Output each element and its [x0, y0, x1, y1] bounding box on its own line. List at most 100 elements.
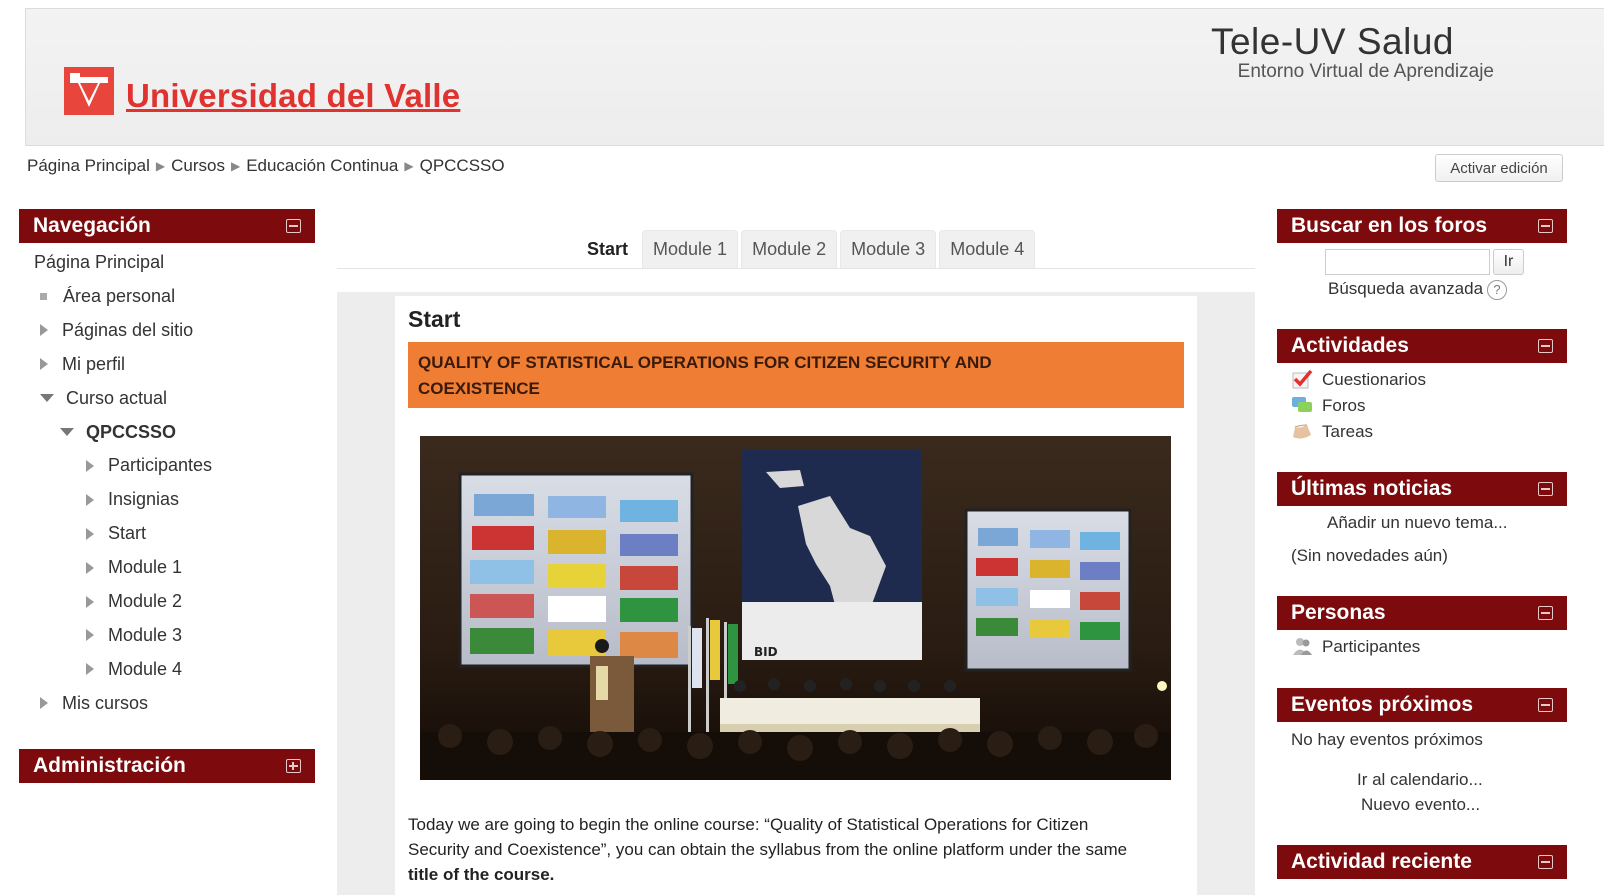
help-icon[interactable]: ? [1487, 279, 1508, 300]
nav-item-label[interactable]: Página Principal [34, 252, 164, 273]
site-subtitle: Entorno Virtual de Aprendizaje [1237, 61, 1494, 82]
nav-item-label[interactable]: Insignias [108, 489, 179, 510]
breadcrumb-courses[interactable]: Cursos [171, 156, 225, 176]
nav-item[interactable]: QPCCSSO [60, 422, 176, 443]
collapsed-arrow-icon[interactable] [40, 324, 48, 337]
nav-item-label[interactable]: Module 1 [108, 557, 182, 578]
breadcrumb-category[interactable]: Educación Continua [246, 156, 398, 176]
collapse-icon[interactable] [1538, 698, 1553, 712]
nav-item-label[interactable]: Module 4 [108, 659, 182, 680]
expand-icon[interactable] [286, 759, 301, 773]
participants-icon [1293, 638, 1312, 655]
new-event-link[interactable]: Nuevo evento... [1361, 795, 1480, 815]
nav-item[interactable]: Participantes [86, 455, 212, 476]
intro-line: Security and Coexistence”, you can obtai… [408, 840, 1128, 859]
breadcrumb-separator-icon: ▶ [230, 159, 241, 173]
nav-item[interactable]: Module 4 [86, 659, 182, 680]
nav-item[interactable]: Mi perfil [40, 354, 125, 375]
nav-item[interactable]: Páginas del sitio [40, 320, 193, 341]
nav-item-label[interactable]: Module 3 [108, 625, 182, 646]
people-block-header: Personas [1277, 596, 1567, 630]
collapsed-arrow-icon[interactable] [86, 493, 94, 506]
tab-module-1[interactable]: Module 1 [642, 230, 739, 268]
quiz-icon [1292, 369, 1313, 389]
breadcrumb-course[interactable]: QPCCSSO [420, 156, 505, 176]
no-news-text: (Sin novedades aún) [1291, 546, 1448, 565]
administration-block-header: Administración [19, 749, 315, 783]
nav-item-label[interactable]: Module 2 [108, 591, 182, 612]
go-to-calendar-link[interactable]: Ir al calendario... [1357, 770, 1483, 790]
nav-item-label[interactable]: Mi perfil [62, 354, 125, 375]
activity-forums-link[interactable]: Foros [1322, 396, 1365, 416]
breadcrumb-separator-icon: ▶ [404, 159, 414, 173]
nav-item[interactable]: Mis cursos [40, 693, 148, 714]
section-tabs: Start Module 1 Module 2 Module 3 Module … [576, 230, 1038, 268]
navigation-block-header: Navegación [19, 209, 315, 243]
bullet-icon[interactable] [40, 292, 47, 300]
collapse-icon[interactable] [286, 219, 301, 233]
nav-item-label[interactable]: Start [108, 523, 146, 544]
collapsed-arrow-icon[interactable] [86, 459, 94, 472]
collapsed-arrow-icon[interactable] [86, 595, 94, 608]
collapsed-arrow-icon[interactable] [86, 663, 94, 676]
nav-item[interactable]: Página Principal [34, 252, 164, 273]
upcoming-events-title: Eventos próximos [1291, 693, 1474, 716]
administration-block-title: Administración [33, 754, 186, 777]
nav-item-label[interactable]: Mis cursos [62, 693, 148, 714]
nav-item[interactable]: Área personal [40, 286, 175, 307]
breadcrumb-separator-icon: ▶ [155, 159, 166, 173]
advanced-search-row: Búsqueda avanzada? [1328, 279, 1508, 300]
nav-item-label[interactable]: QPCCSSO [86, 422, 176, 443]
univalle-logo[interactable] [64, 67, 114, 115]
site-header: Universidad del Valle Tele-UV Salud Ento… [25, 8, 1604, 146]
univalle-logo-icon [64, 67, 114, 115]
expanded-arrow-icon[interactable] [40, 394, 54, 403]
tab-module-2[interactable]: Module 2 [741, 230, 838, 268]
participants-link[interactable]: Participantes [1322, 637, 1420, 657]
collapse-icon[interactable] [1538, 855, 1553, 869]
activity-quizzes-link[interactable]: Cuestionarios [1322, 370, 1426, 390]
collapse-icon[interactable] [1538, 339, 1553, 353]
banner-line: COEXISTENCE [418, 379, 540, 398]
collapsed-arrow-icon[interactable] [86, 561, 94, 574]
collapse-icon[interactable] [1538, 606, 1553, 620]
university-link[interactable]: Universidad del Valle [126, 77, 460, 115]
conference-photo: BID [420, 436, 1171, 780]
forum-search-input[interactable] [1325, 249, 1490, 275]
breadcrumb-home[interactable]: Página Principal [27, 156, 150, 176]
collapsed-arrow-icon[interactable] [86, 527, 94, 540]
search-forums-block-header: Buscar en los foros [1277, 209, 1567, 243]
collapsed-arrow-icon[interactable] [40, 697, 48, 710]
collapsed-arrow-icon[interactable] [40, 358, 48, 371]
page: Universidad del Valle Tele-UV Salud Ento… [0, 0, 1604, 895]
activity-assignments-link[interactable]: Tareas [1322, 422, 1373, 442]
turn-editing-on-button[interactable]: Activar edición [1435, 154, 1563, 182]
forum-search-go-button[interactable]: Ir [1493, 249, 1524, 275]
tab-module-3[interactable]: Module 3 [840, 230, 937, 268]
nav-item[interactable]: Insignias [86, 489, 179, 510]
tabs-divider [337, 268, 1255, 269]
nav-item[interactable]: Module 2 [86, 591, 182, 612]
nav-item[interactable]: Module 3 [86, 625, 182, 646]
nav-item-label[interactable]: Páginas del sitio [62, 320, 193, 341]
assignment-icon [1293, 424, 1311, 439]
people-title: Personas [1291, 601, 1386, 624]
collapse-icon[interactable] [1538, 219, 1553, 233]
nav-item[interactable]: Start [86, 523, 146, 544]
no-events-text: No hay eventos próximos [1291, 730, 1483, 749]
upcoming-events-block-header: Eventos próximos [1277, 688, 1567, 722]
tab-start[interactable]: Start [576, 230, 640, 268]
add-new-topic-link[interactable]: Añadir un nuevo tema... [1327, 513, 1508, 533]
expanded-arrow-icon[interactable] [60, 428, 74, 436]
nav-item-label[interactable]: Curso actual [66, 388, 167, 409]
advanced-search-link[interactable]: Búsqueda avanzada [1328, 279, 1483, 298]
nav-item-label[interactable]: Área personal [63, 286, 175, 307]
site-title: Tele-UV Salud [1210, 21, 1454, 62]
nav-item[interactable]: Curso actual [40, 388, 167, 409]
nav-item-label[interactable]: Participantes [108, 455, 212, 476]
nav-item[interactable]: Module 1 [86, 557, 182, 578]
intro-line: title of the course. [408, 862, 1184, 887]
tab-module-4[interactable]: Module 4 [939, 230, 1036, 268]
collapsed-arrow-icon[interactable] [86, 629, 94, 642]
collapse-icon[interactable] [1538, 482, 1553, 496]
